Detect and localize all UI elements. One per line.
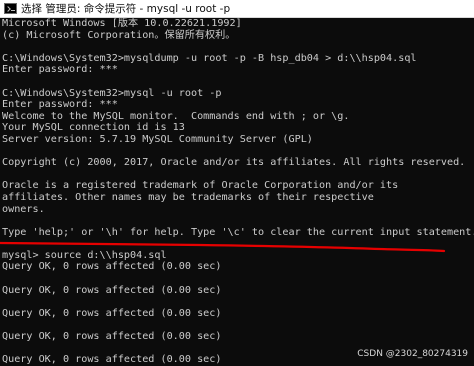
cmd-icon — [4, 3, 17, 14]
console-line: (c) Microsoft Corporation。保留所有权利。 — [2, 29, 236, 41]
console-line: Query OK, 0 rows affected (0.00 sec) — [2, 261, 222, 273]
console-line: Your MySQL connection id is 13 — [2, 122, 185, 134]
window-title: 选择 管理员: 命令提示符 - mysql -u root -p — [21, 3, 231, 15]
watermark: CSDN @2302_80274319 — [357, 349, 468, 359]
console-line: Query OK, 0 rows affected (0.00 sec) — [2, 307, 222, 319]
window-title-bar[interactable]: 选择 管理员: 命令提示符 - mysql -u root -p — [0, 0, 474, 18]
console-output[interactable]: Microsoft Windows [版本 10.0.22621.1992] (… — [2, 18, 474, 365]
mysql-prompt-line: mysql> source d:\\hsp04.sql — [2, 249, 167, 261]
console-line: Server version: 5.7.19 MySQL Community S… — [2, 133, 313, 145]
console-line: Query OK, 0 rows affected (0.00 sec) — [2, 331, 222, 343]
console-line: Enter password: *** — [2, 64, 118, 76]
console-line: Microsoft Windows [版本 10.0.22621.1992] — [2, 18, 242, 29]
console-line: C:\Windows\System32>mysql -u root -p — [2, 87, 222, 99]
console-line: Type 'help;' or '\h' for help. Type '\c'… — [2, 226, 474, 238]
console-line: Enter password: *** — [2, 99, 118, 111]
console-line: affiliates. Other names may be trademark… — [2, 191, 374, 203]
console-line: Query OK, 0 rows affected (0.00 sec) — [2, 284, 222, 296]
console-line: Copyright (c) 2000, 2017, Oracle and/or … — [2, 157, 466, 169]
console-line: Welcome to the MySQL monitor. Commands e… — [2, 110, 350, 122]
console-line: C:\Windows\System32>mysqldump -u root -p… — [2, 52, 417, 64]
console-line: owners. — [2, 203, 45, 215]
console-line: Oracle is a registered trademark of Orac… — [2, 180, 399, 192]
